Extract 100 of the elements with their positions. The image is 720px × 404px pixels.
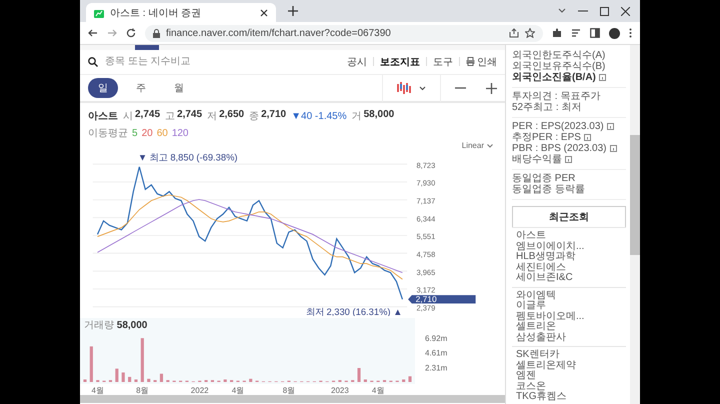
info-icon[interactable] xyxy=(610,145,616,152)
volume-bar xyxy=(134,380,138,382)
axis-label: 3,965 xyxy=(416,268,436,278)
maximize-icon[interactable] xyxy=(600,6,609,16)
recent-stock-link[interactable]: 와이엠텍 xyxy=(516,290,622,301)
period-tab[interactable]: 주 xyxy=(126,78,156,98)
volume-bar xyxy=(83,380,87,382)
star-icon[interactable] xyxy=(525,28,535,38)
recent-stock-link[interactable]: HLB생명과학 xyxy=(516,252,622,262)
recent-views-tab[interactable]: 최근조회 xyxy=(512,206,626,227)
axis-label: 2022 xyxy=(190,386,209,396)
browser-tab[interactable]: 아스트 : 네이버 증권 xyxy=(86,3,276,22)
recent-stock-link[interactable]: 엠브이에이치... xyxy=(516,242,622,252)
sidebar-label: 동일업종 PER xyxy=(512,173,576,184)
sidebar-label: 52주최고 : 최저 xyxy=(512,102,582,113)
axis-label: 4월 xyxy=(92,386,104,396)
axis-label: 5,551 xyxy=(416,232,436,242)
quote-value: 58,000 xyxy=(364,109,394,122)
recent-stock-link[interactable]: 엠젠 xyxy=(516,371,622,382)
toolbar-link[interactable]: 도구 xyxy=(433,54,453,69)
printer-icon xyxy=(466,57,475,66)
chevron-down-icon[interactable] xyxy=(419,86,426,91)
quote-label: 저 xyxy=(207,110,218,124)
sidebar-label: 외국인한도주식수(A) xyxy=(512,50,606,61)
address-bar[interactable]: finance.naver.com/item/fchart.naver?code=067390 xyxy=(145,24,543,42)
chevron-down-icon[interactable] xyxy=(558,8,566,14)
info-icon[interactable] xyxy=(565,156,572,163)
low-price-label: 최저 2,330 (16.31%) ▲ xyxy=(306,308,402,316)
recent-stock-link[interactable]: 펨토바이오메... xyxy=(516,312,622,322)
search-icon xyxy=(88,56,98,67)
zoom-out-icon[interactable] xyxy=(455,87,466,90)
side-panel-icon[interactable] xyxy=(590,28,600,38)
high-price-label: ▼ 최고 8,850 (-69.38%) xyxy=(138,152,238,163)
volume-bar xyxy=(357,368,361,382)
volume-bar xyxy=(140,338,144,382)
quote-label: 고 xyxy=(165,110,176,124)
current-price-tag: 2,710 xyxy=(408,294,476,304)
chevron-down-icon xyxy=(487,144,493,148)
back-arrow-icon[interactable] xyxy=(88,28,98,38)
sidebar-label: 동일업종 등락률 xyxy=(512,184,585,195)
vertical-scrollbar[interactable] xyxy=(630,45,640,404)
print-link[interactable]: 인쇄 xyxy=(466,54,497,69)
puzzle-icon[interactable] xyxy=(552,28,562,38)
reload-icon[interactable] xyxy=(126,28,136,38)
quote-value: 2,745 xyxy=(135,109,160,122)
avatar-icon[interactable] xyxy=(609,28,620,38)
sidebar-label: 추정PER : EPS xyxy=(512,132,581,143)
recent-stock-link[interactable]: 이글루 xyxy=(516,301,622,312)
volume-bar xyxy=(147,379,150,382)
recent-stock-link[interactable]: 셀트리온제약 xyxy=(516,360,622,371)
candlestick-icon[interactable] xyxy=(397,82,411,94)
list-icon[interactable] xyxy=(571,28,581,38)
sidebar-label: 외국인보유주식수(B) xyxy=(512,61,606,72)
toolbar-link[interactable]: 공시 xyxy=(347,54,367,69)
new-tab-icon[interactable] xyxy=(288,6,298,16)
zoom-in-icon[interactable] xyxy=(486,82,497,94)
horizontal-scrollbar[interactable] xyxy=(80,395,505,403)
axis-label: 2,379 xyxy=(416,304,436,313)
tab-title: 아스트 : 네이버 증권 xyxy=(110,6,202,20)
recent-stock-link[interactable]: 세이브존I&C xyxy=(516,273,622,284)
sidebar-label: 배당수익률 xyxy=(512,154,562,165)
recent-stock-link[interactable]: 세진티에스 xyxy=(516,262,622,273)
volume-bar xyxy=(408,376,412,382)
scale-dropdown[interactable]: Linear xyxy=(462,140,493,152)
recent-stock-link[interactable]: 삼성출판사 xyxy=(516,332,622,343)
info-icon[interactable] xyxy=(598,74,606,81)
axis-label: 7,930 xyxy=(416,179,436,188)
close-icon[interactable] xyxy=(260,8,268,16)
volume-bar xyxy=(160,374,164,382)
stock-name: 아스트 xyxy=(88,110,118,124)
recent-stock-link[interactable]: 셀트리온 xyxy=(516,322,622,332)
moving-average-period[interactable]: 20 xyxy=(142,128,153,140)
axis-label: 8월 xyxy=(282,386,296,396)
recent-stock-link[interactable]: 아스트 xyxy=(516,231,622,242)
volume-bar xyxy=(402,380,406,382)
info-icon[interactable] xyxy=(606,123,614,130)
menu-icon[interactable] xyxy=(629,28,632,38)
period-tab[interactable]: 월 xyxy=(164,78,194,98)
recent-stock-link[interactable]: TKG휴켐스 xyxy=(516,392,622,402)
volume-label: 거래량 xyxy=(84,320,114,332)
moving-average-label: 이동평균 xyxy=(88,127,128,140)
recent-stock-link[interactable]: SK렌터카 xyxy=(516,350,622,360)
moving-average-period[interactable]: 120 xyxy=(172,128,188,140)
minimize-icon[interactable] xyxy=(578,10,588,12)
axis-label: 6,344 xyxy=(416,214,436,224)
share-icon[interactable] xyxy=(509,28,519,38)
axis-label: 6.92m xyxy=(425,334,448,344)
axis-label: 4.61m xyxy=(425,349,448,358)
price-change: ▼40 -1.45% xyxy=(291,111,347,122)
toolbar-link[interactable]: 보조지표 xyxy=(380,54,420,69)
axis-label: 2023 xyxy=(331,386,349,396)
period-tab[interactable]: 일 xyxy=(88,78,118,98)
quote-value: 2,745 xyxy=(177,109,202,122)
info-icon[interactable] xyxy=(584,134,591,141)
axis-label: 3,172 xyxy=(416,286,436,296)
quote-label: 시 xyxy=(123,110,133,124)
volume-bar xyxy=(128,377,132,382)
recent-stock-link[interactable]: 코스온 xyxy=(516,382,622,392)
volume-bar xyxy=(364,380,367,382)
close-icon[interactable] xyxy=(621,6,630,16)
